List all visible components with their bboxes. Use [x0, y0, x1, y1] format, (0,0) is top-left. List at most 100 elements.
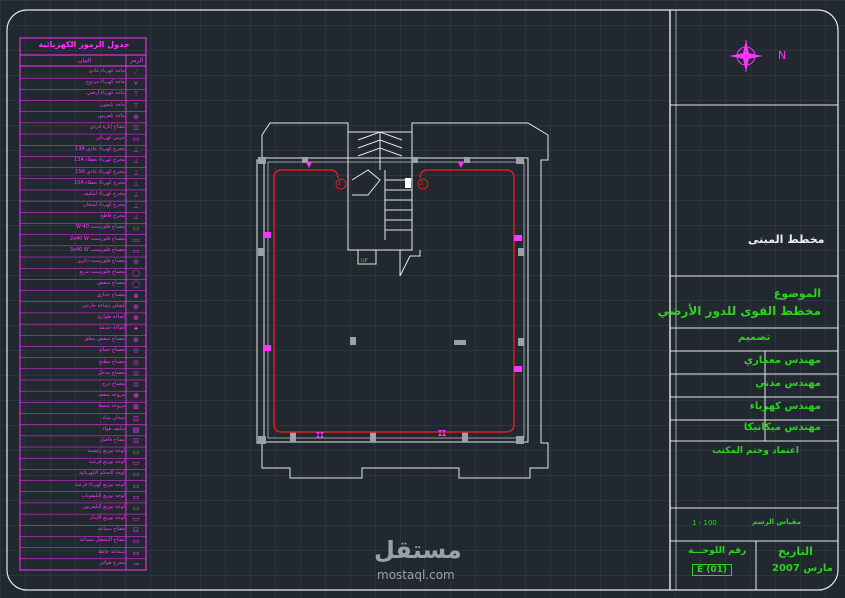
design-label: تصميم [738, 332, 771, 343]
legend-item: مخرج كهرباء عادي 13A ⊥ [20, 145, 146, 156]
legend-item: مخرج قاطع ⊥ [20, 212, 146, 223]
legend-item-text: سماعة حائط [98, 548, 125, 555]
scale-label: مقياس الرسم [752, 518, 801, 526]
power-circuit [273, 169, 515, 433]
watermark-url: mostaql.com [377, 568, 455, 582]
legend-item-symbol: ⊥ [132, 146, 140, 155]
date-label: التاريخ [778, 545, 813, 558]
legend-item-text: مخرج كهرباء عادي 15A [75, 168, 125, 175]
legend-item-symbol: ⊗ [133, 291, 139, 300]
legend-item-text: مروحة سقف [97, 392, 125, 399]
legend-item-symbol: ⊥ [132, 179, 140, 188]
legend-item-text: مصباح فلورسنت مربع [79, 269, 125, 276]
mechanical-label: مهندس ميكانيكا [743, 422, 821, 433]
legend-item: مروحة شفط ⊠ [20, 402, 146, 413]
legend-item-text: جرس كهربائي [95, 135, 125, 142]
legend-item: مأخذ تلفزيون ⊚ [20, 112, 146, 123]
legend-item: مصباح سقفي معلق ⊛ [20, 335, 146, 346]
legend-item-text: مصباح حمام [99, 347, 125, 354]
sheet-label: رقم اللوحـــة [688, 546, 747, 556]
legend-item-text: مأخذ تلفزيون [97, 112, 126, 119]
legend-item-text: مفتاح إنارة فردي [89, 123, 125, 130]
legend-item-text: سخان مياه [102, 414, 125, 421]
legend-item-symbol: ▭ [132, 448, 140, 457]
legend-item-symbol: ▭ [132, 515, 140, 524]
legend-item-symbol: ▭ [132, 459, 140, 468]
legend-item-text: مأخذ تليفون [100, 101, 125, 108]
legend-item: مصباح جداري ⊗ [20, 291, 146, 302]
legend-item: مأخذ كهرباء مزدوج ⋎ [20, 78, 146, 89]
legend-item-text: لوحة توزيع الإنذار [89, 515, 125, 522]
legend-item: سماعة حائط ▭ [20, 548, 146, 559]
legend-item: مكيف هواء ▤ [20, 425, 146, 436]
legend-item-symbol: ▤ [132, 425, 140, 434]
legend-item: مصباح مطبخ ⊙ [20, 358, 146, 369]
legend-item: إضاءة حديقة ✦ [20, 324, 146, 335]
legend-item-symbol: ⊛ [133, 336, 139, 345]
legend-item-symbol: ⊠ [133, 403, 139, 412]
approval-label: اعتماد وختم المكتب [712, 446, 799, 456]
legend-item-text: لوحة التحكم الكهربائية [78, 470, 125, 477]
power-outlets [263, 162, 522, 438]
legend-item-symbol: ⊥ [132, 213, 140, 222]
legend-item-symbol: ▭ [132, 492, 140, 501]
legend-item-symbol: ⊥ [132, 168, 140, 177]
legend-item-text: مصباح فلورسنت 3x40 W [69, 246, 125, 253]
legend-item-symbol: ⋎ [133, 79, 139, 88]
legend-item-symbol: ⊕ [133, 313, 139, 322]
legend-item: لوحة توزيع التليفونات ▭ [20, 492, 146, 503]
legend-item: مخرج كهرباء بغطاء 13A ⊥ [20, 156, 146, 167]
legend-item: مصباح فلورسنت 40 W ▭ [20, 223, 146, 234]
stair-label: UP [361, 258, 368, 264]
legend-item: كشاف إضاءة خارجي ⊛ [20, 302, 146, 313]
circuit-2-label: 2 [419, 179, 424, 187]
legend-title: جدول الرموز الكهربائية [38, 40, 130, 49]
legend-item-symbol: ⊖ [133, 258, 139, 267]
legend-item-symbol: ⊙ [133, 369, 139, 378]
legend-item-symbol: ◯ [132, 280, 140, 289]
legend-item-text: مخرج كهرباء لسخان [82, 202, 125, 209]
legend-item-text: مصباح سقفي معلق [84, 336, 125, 343]
legend-item: مفتاح إنارة فردي ⊡ [20, 123, 146, 134]
legend-item-symbol: ▭ [132, 135, 140, 144]
legend-item-text: مصباح فلورسنت دائري [77, 258, 125, 265]
legend-item-text: لوحة توزيع رئيسية [87, 448, 125, 455]
watermark-logo: مستقل [374, 536, 462, 564]
panel-board [405, 178, 411, 188]
legend-item: مصباح فلورسنت 2x40 W ▭ [20, 235, 146, 246]
legend-item: مصباح فلورسنت دائري ⊖ [20, 257, 146, 268]
legend-item-text: مروحة شفط [98, 403, 125, 410]
floor-plan [256, 122, 549, 479]
north-arrow [730, 40, 762, 72]
legend-item-text: مخرج هوائي [99, 559, 125, 566]
legend-item-symbol: ▭ [132, 246, 140, 255]
legend-item-text: مفتاح فاصل [99, 436, 125, 443]
legend-item-symbol: ▭ [132, 470, 140, 479]
subject-value: مخطط القوى للدور الأرضي [657, 304, 821, 318]
legend-item-text: مصباح مدخل [97, 369, 125, 376]
legend-item-text: مصباح مطبخ [98, 358, 125, 365]
legend-item-symbol: ⊙ [133, 347, 139, 356]
legend-item-symbol: ⊤ [132, 101, 140, 110]
legend-item-text: مأخذ كهرباء عادي [88, 68, 125, 74]
legend-item-symbol: ✻ [133, 392, 139, 401]
electrical-label: مهندس كهرباء [749, 401, 821, 412]
legend-item: مأخذ تليفون ⊤ [20, 101, 146, 112]
legend-item-text: مخرج كهرباء عادي 13A [75, 146, 125, 153]
legend-item-text: مخرج كهرباء بغطاء 13A [74, 157, 125, 164]
legend-item: لوحة توزيع فرعية ▭ [20, 458, 146, 469]
legend-item-symbol: ◯ [132, 269, 140, 278]
legend-item-symbol: ⟋ [133, 68, 139, 76]
legend-item: سخان مياه ⊡ [20, 414, 146, 425]
legend-item: مصباح سقفي ◯ [20, 279, 146, 290]
building-outline [256, 122, 549, 479]
legend-item-text: مصباح درج [102, 380, 125, 387]
legend-item-text: مأخذ كهرباء أرضي [86, 90, 125, 97]
legend-item-text: لوحة توزيع فرعية [89, 459, 125, 466]
legend-item-text: مصباح سقفي [96, 280, 125, 287]
circuit-1-label: 1 [337, 179, 342, 187]
legend-item-text: لوحة توزيع كهرباء فرعية [74, 481, 125, 488]
legend-item-symbol: ▭ [132, 224, 140, 233]
legend-col-desc: البيان [78, 57, 92, 64]
legend-item: مصباح مدخل ⊙ [20, 369, 146, 380]
